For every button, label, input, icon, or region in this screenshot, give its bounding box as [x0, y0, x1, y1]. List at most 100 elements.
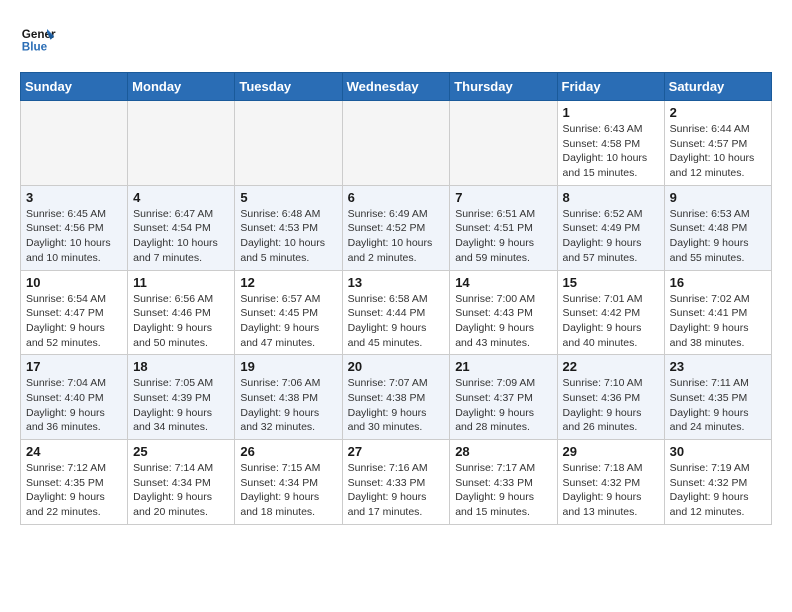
day-info: Sunrise: 7:17 AMSunset: 4:33 PMDaylight:… — [455, 461, 551, 520]
day-number: 10 — [26, 275, 122, 290]
day-number: 11 — [133, 275, 229, 290]
day-number: 2 — [670, 105, 766, 120]
calendar-header-row: SundayMondayTuesdayWednesdayThursdayFrid… — [21, 73, 772, 101]
col-header-monday: Monday — [128, 73, 235, 101]
day-info: Sunrise: 7:14 AMSunset: 4:34 PMDaylight:… — [133, 461, 229, 520]
svg-text:Blue: Blue — [22, 41, 48, 54]
day-number: 7 — [455, 190, 551, 205]
day-number: 8 — [563, 190, 659, 205]
day-number: 27 — [348, 444, 445, 459]
day-info: Sunrise: 7:01 AMSunset: 4:42 PMDaylight:… — [563, 292, 659, 351]
day-info: Sunrise: 7:05 AMSunset: 4:39 PMDaylight:… — [133, 376, 229, 435]
calendar-cell: 23 Sunrise: 7:11 AMSunset: 4:35 PMDayligh… — [664, 355, 771, 440]
calendar-cell: 8 Sunrise: 6:52 AMSunset: 4:49 PMDaylight… — [557, 185, 664, 270]
day-number: 5 — [240, 190, 336, 205]
calendar-cell: 2 Sunrise: 6:44 AMSunset: 4:57 PMDaylight… — [664, 101, 771, 186]
day-info: Sunrise: 6:51 AMSunset: 4:51 PMDaylight:… — [455, 207, 551, 266]
day-number: 15 — [563, 275, 659, 290]
day-number: 22 — [563, 359, 659, 374]
day-info: Sunrise: 6:56 AMSunset: 4:46 PMDaylight:… — [133, 292, 229, 351]
day-info: Sunrise: 7:11 AMSunset: 4:35 PMDaylight:… — [670, 376, 766, 435]
day-info: Sunrise: 7:10 AMSunset: 4:36 PMDaylight:… — [563, 376, 659, 435]
calendar-cell: 19 Sunrise: 7:06 AMSunset: 4:38 PMDayligh… — [235, 355, 342, 440]
day-number: 30 — [670, 444, 766, 459]
calendar-cell — [21, 101, 128, 186]
logo-icon: General Blue — [20, 20, 56, 56]
calendar-cell: 1 Sunrise: 6:43 AMSunset: 4:58 PMDaylight… — [557, 101, 664, 186]
calendar-cell: 15 Sunrise: 7:01 AMSunset: 4:42 PMDayligh… — [557, 270, 664, 355]
day-info: Sunrise: 6:47 AMSunset: 4:54 PMDaylight:… — [133, 207, 229, 266]
calendar-cell: 21Sunrise: 7:09 AMSunset: 4:37 PMDayligh… — [450, 355, 557, 440]
calendar-cell: 18 Sunrise: 7:05 AMSunset: 4:39 PMDayligh… — [128, 355, 235, 440]
calendar-cell: 17Sunrise: 7:04 AMSunset: 4:40 PMDayligh… — [21, 355, 128, 440]
day-info: Sunrise: 6:57 AMSunset: 4:45 PMDaylight:… — [240, 292, 336, 351]
logo: General Blue — [20, 20, 56, 56]
day-number: 23 — [670, 359, 766, 374]
calendar-cell: 5 Sunrise: 6:48 AMSunset: 4:53 PMDaylight… — [235, 185, 342, 270]
col-header-wednesday: Wednesday — [342, 73, 450, 101]
calendar-cell: 22 Sunrise: 7:10 AMSunset: 4:36 PMDayligh… — [557, 355, 664, 440]
day-info: Sunrise: 7:15 AMSunset: 4:34 PMDaylight:… — [240, 461, 336, 520]
day-number: 19 — [240, 359, 336, 374]
day-number: 20 — [348, 359, 445, 374]
calendar-week-row: 24 Sunrise: 7:12 AMSunset: 4:35 PMDayligh… — [21, 440, 772, 525]
day-info: Sunrise: 7:00 AMSunset: 4:43 PMDaylight:… — [455, 292, 551, 351]
col-header-tuesday: Tuesday — [235, 73, 342, 101]
day-number: 12 — [240, 275, 336, 290]
calendar-cell: 11 Sunrise: 6:56 AMSunset: 4:46 PMDayligh… — [128, 270, 235, 355]
day-info: Sunrise: 6:48 AMSunset: 4:53 PMDaylight:… — [240, 207, 336, 266]
calendar-cell: 28 Sunrise: 7:17 AMSunset: 4:33 PMDayligh… — [450, 440, 557, 525]
calendar-cell — [450, 101, 557, 186]
calendar-cell: 29 Sunrise: 7:18 AMSunset: 4:32 PMDayligh… — [557, 440, 664, 525]
day-number: 26 — [240, 444, 336, 459]
day-number: 24 — [26, 444, 122, 459]
day-info: Sunrise: 7:18 AMSunset: 4:32 PMDaylight:… — [563, 461, 659, 520]
day-info: Sunrise: 6:43 AMSunset: 4:58 PMDaylight:… — [563, 122, 659, 181]
day-number: 16 — [670, 275, 766, 290]
day-info: Sunrise: 6:54 AMSunset: 4:47 PMDaylight:… — [26, 292, 122, 351]
day-number: 17 — [26, 359, 122, 374]
day-info: Sunrise: 6:58 AMSunset: 4:44 PMDaylight:… — [348, 292, 445, 351]
calendar-cell: 12 Sunrise: 6:57 AMSunset: 4:45 PMDayligh… — [235, 270, 342, 355]
calendar-cell: 3 Sunrise: 6:45 AMSunset: 4:56 PMDaylight… — [21, 185, 128, 270]
calendar-cell: 30 Sunrise: 7:19 AMSunset: 4:32 PMDayligh… — [664, 440, 771, 525]
day-number: 4 — [133, 190, 229, 205]
day-info: Sunrise: 7:02 AMSunset: 4:41 PMDaylight:… — [670, 292, 766, 351]
day-info: Sunrise: 7:19 AMSunset: 4:32 PMDaylight:… — [670, 461, 766, 520]
calendar-cell: 27 Sunrise: 7:16 AMSunset: 4:33 PMDayligh… — [342, 440, 450, 525]
header: General Blue — [20, 20, 772, 56]
day-number: 28 — [455, 444, 551, 459]
day-number: 6 — [348, 190, 445, 205]
day-number: 1 — [563, 105, 659, 120]
calendar-cell: 20Sunrise: 7:07 AMSunset: 4:38 PMDayligh… — [342, 355, 450, 440]
col-header-friday: Friday — [557, 73, 664, 101]
calendar-cell: 26 Sunrise: 7:15 AMSunset: 4:34 PMDayligh… — [235, 440, 342, 525]
calendar-cell: 14 Sunrise: 7:00 AMSunset: 4:43 PMDayligh… — [450, 270, 557, 355]
calendar-cell: 25 Sunrise: 7:14 AMSunset: 4:34 PMDayligh… — [128, 440, 235, 525]
col-header-sunday: Sunday — [21, 73, 128, 101]
day-number: 18 — [133, 359, 229, 374]
day-info: Sunrise: 7:12 AMSunset: 4:35 PMDaylight:… — [26, 461, 122, 520]
calendar-cell — [342, 101, 450, 186]
day-info: Sunrise: 7:16 AMSunset: 4:33 PMDaylight:… — [348, 461, 445, 520]
day-info: Sunrise: 6:49 AMSunset: 4:52 PMDaylight:… — [348, 207, 445, 266]
day-info: Sunrise: 6:45 AMSunset: 4:56 PMDaylight:… — [26, 207, 122, 266]
calendar-cell: 16 Sunrise: 7:02 AMSunset: 4:41 PMDayligh… — [664, 270, 771, 355]
col-header-thursday: Thursday — [450, 73, 557, 101]
col-header-saturday: Saturday — [664, 73, 771, 101]
calendar-week-row: 3 Sunrise: 6:45 AMSunset: 4:56 PMDaylight… — [21, 185, 772, 270]
calendar-week-row: 1 Sunrise: 6:43 AMSunset: 4:58 PMDaylight… — [21, 101, 772, 186]
day-info: Sunrise: 6:44 AMSunset: 4:57 PMDaylight:… — [670, 122, 766, 181]
day-info: Sunrise: 6:52 AMSunset: 4:49 PMDaylight:… — [563, 207, 659, 266]
day-number: 29 — [563, 444, 659, 459]
calendar-cell: 10 Sunrise: 6:54 AMSunset: 4:47 PMDayligh… — [21, 270, 128, 355]
day-number: 25 — [133, 444, 229, 459]
day-number: 13 — [348, 275, 445, 290]
calendar-cell: 6 Sunrise: 6:49 AMSunset: 4:52 PMDaylight… — [342, 185, 450, 270]
calendar-cell: 9Sunrise: 6:53 AMSunset: 4:48 PMDaylight… — [664, 185, 771, 270]
calendar-week-row: 10 Sunrise: 6:54 AMSunset: 4:47 PMDayligh… — [21, 270, 772, 355]
day-number: 14 — [455, 275, 551, 290]
day-info: Sunrise: 7:06 AMSunset: 4:38 PMDaylight:… — [240, 376, 336, 435]
day-number: 3 — [26, 190, 122, 205]
day-info: Sunrise: 6:53 AMSunset: 4:48 PMDaylight:… — [670, 207, 766, 266]
